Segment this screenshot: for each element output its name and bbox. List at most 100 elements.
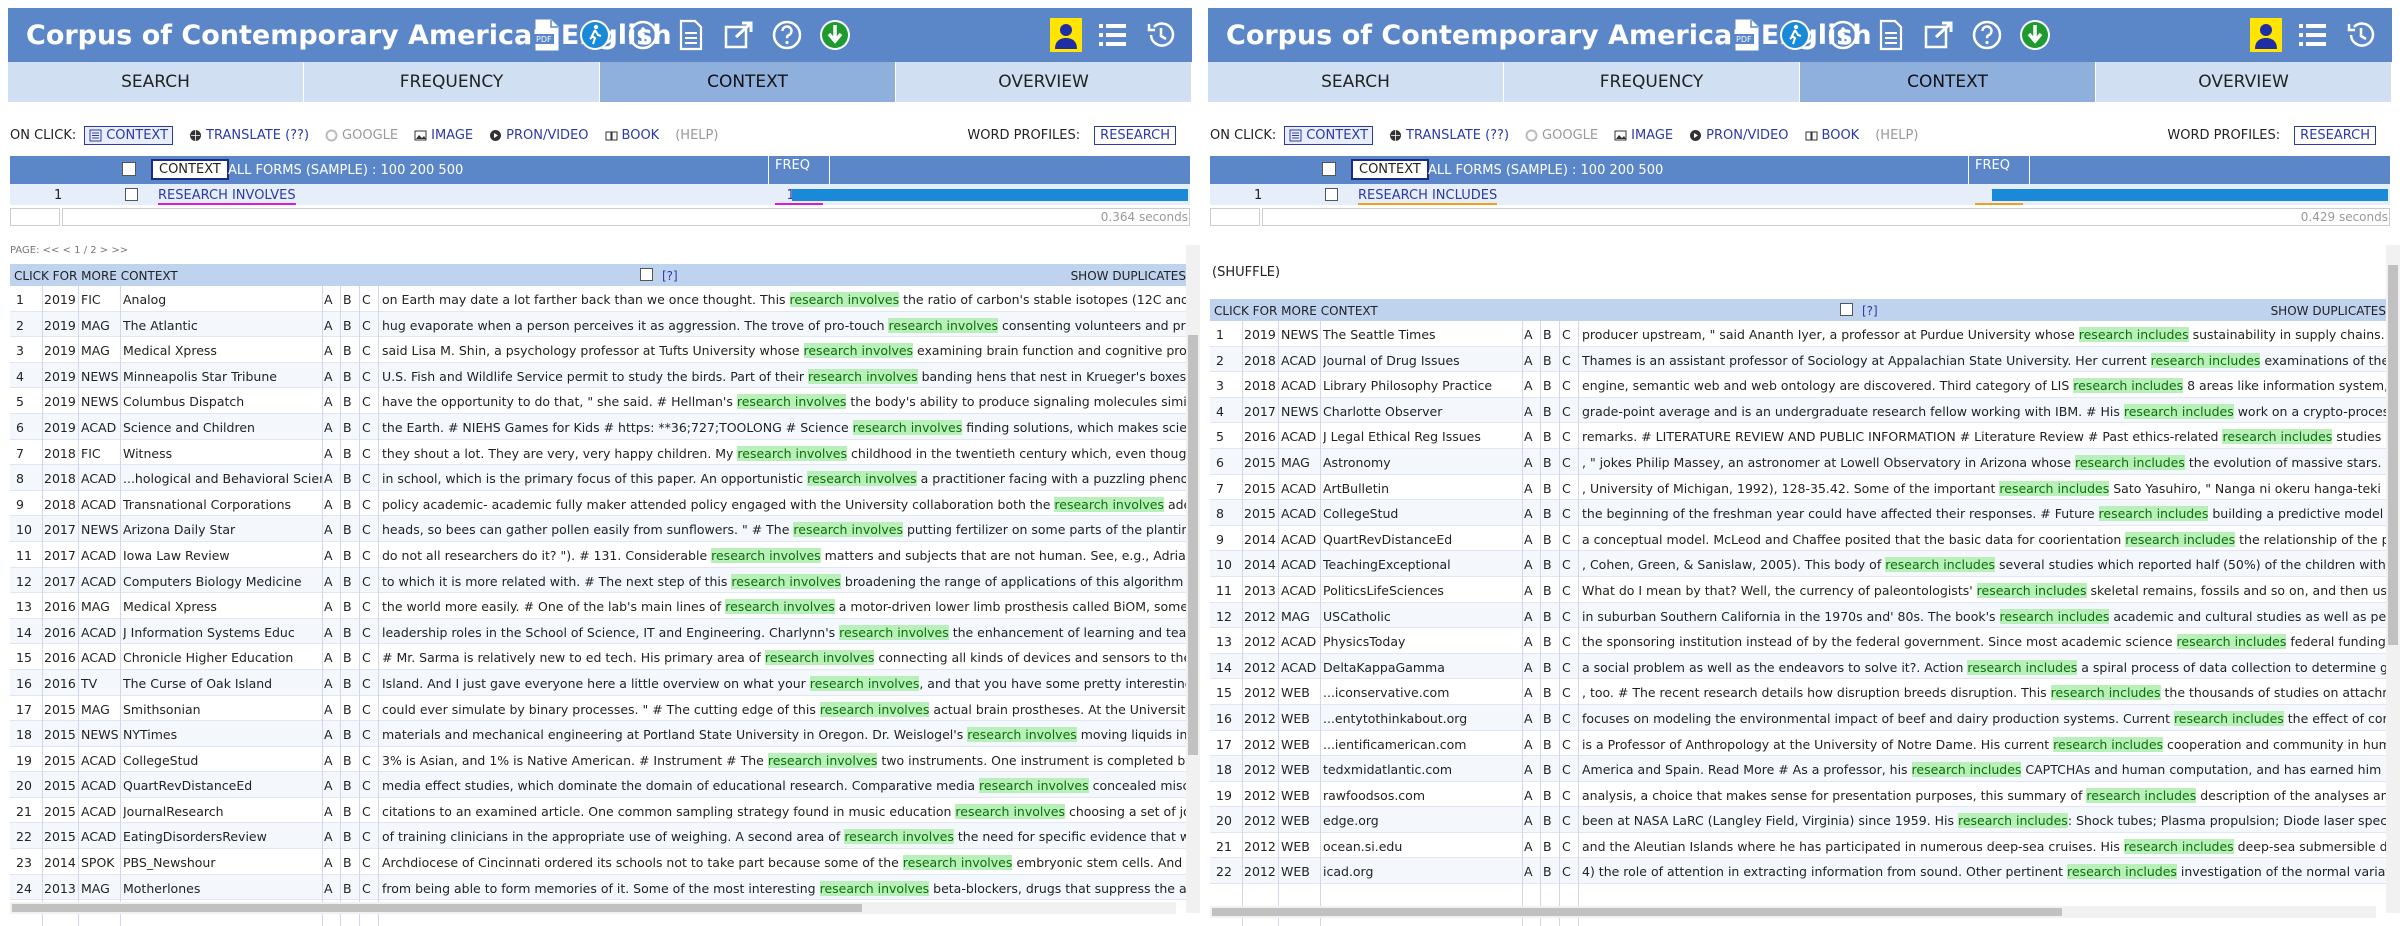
keyword-highlight[interactable]: research includes [1957,813,2068,829]
expand-c-link[interactable]: C [362,829,371,844]
row-context-text[interactable]: materials and mechanical engineering at … [382,727,1192,743]
keyword-highlight[interactable]: research involves [819,880,930,896]
expand-c-link[interactable]: C [1562,609,1571,624]
row-context-text[interactable]: Island. And I just gave everyone here a … [382,675,1192,691]
expand-c-link[interactable]: C [1562,660,1571,675]
expand-a-link[interactable]: A [324,292,333,307]
table-row[interactable]: 2 2019 MAG The Atlantic A B Chug evaporate whe… [10,311,1192,338]
table-row[interactable]: 15 2012 WEB ...iconservative.com A B C , too. #… [1210,679,2392,705]
keyword-highlight[interactable]: research involves [979,778,1089,794]
expand-c-link[interactable]: C [1562,557,1571,572]
keyword-highlight[interactable]: research involves [844,829,954,845]
expand-a-link[interactable]: A [1524,455,1533,470]
keyword-highlight[interactable]: research includes [2173,710,2284,726]
row-context-text[interactable]: media effect studies, which dominate the… [382,778,1192,794]
table-row[interactable]: 5 2019 NEWS Columbus Dispatch A B Chave the op… [10,388,1192,414]
table-row[interactable]: 3 2019 MAG Medical Xpress A B Csaid Lisa M. Sh… [10,337,1192,363]
expand-c-link[interactable]: C [362,599,371,614]
row-source[interactable]: ...iconservative.com [1323,685,1523,700]
app-title[interactable]: Corpus of Contemporary American English [1208,20,1872,51]
keyword-highlight[interactable]: research includes [2053,736,2164,752]
keyword-highlight[interactable]: research includes [1976,582,2087,598]
row-source[interactable]: USCatholic [1323,609,1523,624]
row-source[interactable]: icad.org [1323,864,1523,879]
expand-b-link[interactable]: B [343,650,352,665]
row-context-text[interactable]: could ever simulate by binary processes.… [382,701,1192,717]
expand-c-link[interactable]: C [1562,378,1571,393]
expand-c-link[interactable]: C [1562,737,1571,752]
on-click-help[interactable]: (HELP) [675,128,718,143]
expand-b-link[interactable]: B [1543,481,1552,496]
table-row[interactable]: 16 2012 WEB ...entytothinkabout.org A B Cfocus… [1210,704,2392,731]
keyword-highlight[interactable]: research involves [852,419,963,435]
row-context-text[interactable]: from being able to form memories of it. … [382,880,1192,896]
expand-c-link[interactable]: C [1562,788,1571,803]
on-click-book[interactable]: BOOK [1805,128,1859,143]
row-source[interactable]: EatingDisordersReview [123,829,323,844]
keyword-highlight[interactable]: research involves [803,343,914,359]
row-context-text[interactable]: Archdiocese of Cincinnati ordered its sc… [382,855,1192,871]
show-duplicates-link[interactable]: SHOW DUPLICATES [1071,269,1186,283]
expand-c-link[interactable]: C [1562,864,1571,879]
row-source[interactable]: Medical Xpress [123,343,323,358]
expand-c-link[interactable]: C [362,676,371,691]
document-icon[interactable] [1874,18,1908,52]
table-row[interactable]: 20 2012 WEB edge.org A B Cbeen at NASA LaRC (L… [1210,807,2392,833]
table-row[interactable]: 8 2018 ACAD ...hological and Behavioral Sci… [10,465,1192,491]
walk-icon[interactable] [578,18,612,52]
pdf-icon[interactable]: PDF [1730,18,1764,52]
expand-a-link[interactable]: A [324,702,333,717]
expand-c-link[interactable]: C [1562,506,1571,521]
expand-a-link[interactable]: A [1524,711,1533,726]
expand-a-link[interactable]: A [324,497,333,512]
row-source[interactable]: Analog [123,292,323,307]
expand-c-link[interactable]: C [362,318,371,333]
row-context-text[interactable]: America and Spain. Read More # As a prof… [1582,762,2392,778]
expand-b-link[interactable]: B [343,881,352,896]
expand-c-link[interactable]: C [1562,685,1571,700]
expand-b-link[interactable]: B [343,574,352,589]
row-context-text[interactable]: of training clinicians in the appropriat… [382,829,1192,845]
info-icon[interactable] [1826,18,1860,52]
expand-b-link[interactable]: B [1543,762,1552,777]
table-row[interactable]: 9 2014 ACAD QuartRevDistanceEd A B Ca conceptu… [1210,526,2392,552]
row-source[interactable]: PBS_Newshour [123,855,323,870]
row-source[interactable]: ArtBulletin [1323,481,1523,496]
row-context-text[interactable]: remarks. # LITERATURE REVIEW AND PUBLIC … [1582,429,2392,445]
select-all-checkbox[interactable] [1322,162,1336,176]
expand-b-link[interactable]: B [1543,506,1552,521]
expand-b-link[interactable]: B [343,727,352,742]
table-row[interactable]: 18 2015 NEWS NYTimes A B Cmaterials and mechan… [10,721,1192,747]
row-context-text[interactable]: the beginning of the freshman year could… [1582,506,2392,522]
row-context-text[interactable]: citations to an examined article. One co… [382,803,1192,819]
on-click-pron-video[interactable]: PRON/VIDEO [1689,128,1789,143]
keyword-highlight[interactable]: research involves [809,675,920,691]
expand-a-link[interactable]: A [1524,481,1533,496]
row-source[interactable]: Library Philosophy Practice [1323,378,1523,393]
expand-c-link[interactable]: C [362,574,371,589]
keyword-highlight[interactable]: research includes [2176,634,2287,650]
table-row[interactable]: 2 2018 ACAD Journal of Drug Issues A B C Thames… [1210,346,2392,373]
expand-a-link[interactable]: A [324,471,333,486]
more-context-label[interactable]: CLICK FOR MORE CONTEXT [14,269,178,283]
table-row[interactable]: 4 2019 NEWS Minneapolis Star Tribune A B C U.S.… [10,362,1192,389]
keyword-highlight[interactable]: research includes [2075,454,2185,470]
table-row[interactable]: 11 2017 ACAD Iowa Law Review A B Cdo not all r… [10,542,1192,568]
expand-c-link[interactable]: C [362,625,371,640]
table-row[interactable]: 14 2012 ACAD DeltaKappaGamma A B Ca social pro… [1210,653,2392,680]
horizontal-scrollbar[interactable] [1210,906,2376,918]
on-click-context[interactable]: CONTEXT [1284,125,1374,145]
expand-a-link[interactable]: A [1524,404,1533,419]
expand-a-link[interactable]: A [1524,429,1533,444]
keyword-highlight[interactable]: research involves [737,445,847,461]
expand-b-link[interactable]: B [1543,685,1552,700]
expand-a-link[interactable]: A [324,650,333,665]
row-source[interactable]: edge.org [1323,813,1523,828]
row-context-text[interactable]: do not all researchers do it? "). # 131.… [382,547,1192,563]
expand-c-link[interactable]: C [1562,634,1571,649]
expand-b-link[interactable]: B [343,625,352,640]
table-row[interactable]: 7 2015 ACAD ArtBulletin A B C , University of M… [1210,475,2392,501]
row-context-text[interactable]: in suburban Southern California in the 1… [1582,608,2392,624]
expand-c-link[interactable]: C [1562,839,1571,854]
expand-b-link[interactable]: B [343,702,352,717]
